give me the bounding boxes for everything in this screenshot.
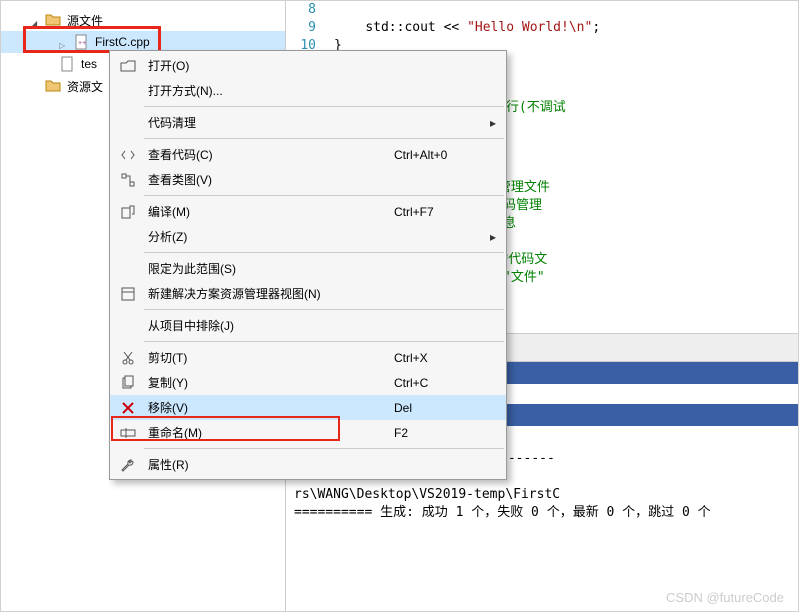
wrench-icon [114,457,142,473]
menu-view-code[interactable]: 查看代码(C) Ctrl+Alt+0 [110,142,506,167]
delete-icon [114,400,142,416]
context-menu[interactable]: 打开(O) 打开方式(N)... 代码清理 ▸ 查看代码(C) Ctrl+Alt… [109,50,507,480]
tree-label: 资源文 [67,78,103,95]
new-view-icon [114,286,142,302]
menu-open-with[interactable]: 打开方式(N)... [110,78,506,103]
menu-exclude[interactable]: 从项目中排除(J) [110,313,506,338]
menu-rename[interactable]: 重命名(M) F2 [110,420,506,445]
menu-code-cleanup[interactable]: 代码清理 ▸ [110,110,506,135]
menu-scope[interactable]: 限定为此范围(S) [110,256,506,281]
menu-view-class[interactable]: 查看类图(V) [110,167,506,192]
menu-remove[interactable]: 移除(V) Del [110,395,506,420]
submenu-arrow-icon: ▸ [484,116,496,130]
menu-new-solution-view[interactable]: 新建解决方案资源管理器视图(N) [110,281,506,306]
submenu-arrow-icon: ▸ [484,230,496,244]
menu-separator [144,195,504,196]
menu-analyze[interactable]: 分析(Z) ▸ [110,224,506,249]
tree-label: tes [81,57,97,71]
menu-separator [144,106,504,107]
open-icon [114,58,142,74]
menu-separator [144,448,504,449]
menu-separator [144,138,504,139]
menu-separator [144,341,504,342]
code-icon [114,147,142,163]
compile-icon [114,204,142,220]
class-diagram-icon [114,172,142,188]
watermark: CSDN @futureCode [666,590,784,605]
rename-icon [114,425,142,441]
copy-icon [114,375,142,391]
expand-icon[interactable] [59,37,69,47]
expand-icon[interactable] [31,15,41,25]
expand-icon[interactable] [31,81,41,91]
cut-icon [114,350,142,366]
menu-copy[interactable]: 复制(Y) Ctrl+C [110,370,506,395]
folder-icon [45,78,61,94]
menu-compile[interactable]: 编译(M) Ctrl+F7 [110,199,506,224]
tree-label: FirstC.cpp [95,35,150,49]
line-gutter: 8 9 10 [286,1,322,55]
menu-cut[interactable]: 剪切(T) Ctrl+X [110,345,506,370]
menu-properties[interactable]: 属性(R) [110,452,506,477]
tree-label: 源文件 [67,12,103,29]
file-icon [59,56,75,72]
svg-text:++: ++ [78,40,86,47]
folder-icon [45,12,61,28]
tree-folder-source[interactable]: 源文件 [1,9,285,31]
menu-open[interactable]: 打开(O) [110,53,506,78]
menu-separator [144,252,504,253]
cpp-file-icon: ++ [73,34,89,50]
menu-separator [144,309,504,310]
